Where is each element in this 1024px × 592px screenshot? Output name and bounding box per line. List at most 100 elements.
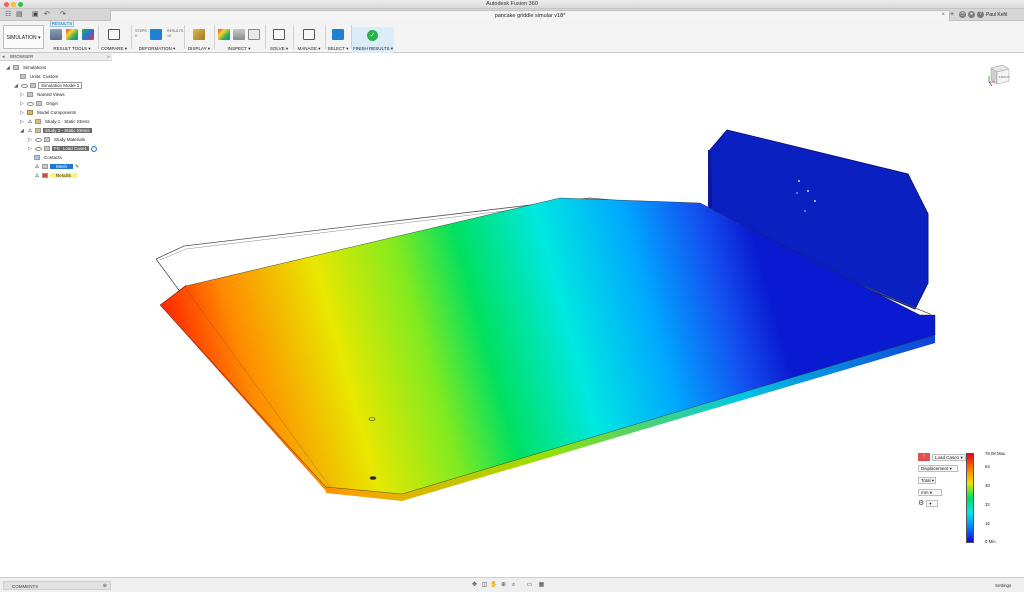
settings-label[interactable]: Settings (995, 583, 1011, 588)
result-probe-icon[interactable] (50, 29, 62, 40)
legend-color-bar (966, 453, 974, 543)
grid-settings-icon[interactable]: ▦ (538, 582, 545, 589)
deformation-steps-value: 0 (135, 34, 137, 38)
ribbon-divider (214, 25, 215, 49)
collapse-icon[interactable]: ◂ (2, 54, 5, 60)
ribbon-divider (98, 25, 99, 49)
tree-item-mesh[interactable]: ⚠ Mesh ✎ (34, 163, 79, 170)
expand-arrow-icon[interactable]: ▷ (20, 110, 25, 116)
mesh-icon (42, 164, 48, 169)
edit-pencil-icon[interactable]: ✎ (75, 164, 79, 170)
expand-arrow-icon[interactable]: ▷ (20, 92, 25, 98)
look-at-icon[interactable]: ◫ (481, 582, 488, 589)
finish-results-check-icon[interactable]: ✓ (367, 30, 378, 41)
tree-item-named-views[interactable]: ▷ Named Views (20, 91, 67, 98)
display-icon[interactable] (193, 29, 205, 40)
expand-arrow-icon[interactable]: ◢ (6, 65, 11, 71)
legend-result-type-row: Displacement ▾ (918, 464, 958, 472)
document-tab[interactable]: pancake griddle simular v18* × (110, 10, 950, 21)
tree-item-model-components[interactable]: ▷ Model Components (20, 109, 78, 116)
solve-icon[interactable] (273, 29, 285, 40)
result-tools-menu[interactable]: RESULT TOOLS ▾ (48, 46, 96, 52)
redo-icon[interactable]: ↷ (60, 11, 66, 19)
expand-arrow-icon[interactable]: ◢ (20, 128, 25, 134)
orbit-icon[interactable]: ✥ (471, 582, 478, 589)
units-dropdown[interactable]: mm ▾ (918, 488, 942, 496)
visibility-eye-icon[interactable] (35, 146, 42, 151)
solve-menu[interactable]: SOLVE ▾ (267, 46, 291, 52)
pan-icon[interactable]: ✋ (490, 582, 497, 589)
expand-arrow-icon[interactable]: ▷ (20, 101, 25, 107)
ribbon-divider (265, 25, 266, 49)
expand-arrow-icon[interactable]: ▷ (28, 146, 33, 152)
save-icon[interactable]: ▣ (32, 11, 39, 19)
comments-panel[interactable]: COMMENTS ⊕ (3, 581, 111, 590)
legend-options-dropdown[interactable]: ▾ (926, 499, 939, 507)
compare-menu[interactable]: COMPARE ▾ (100, 46, 128, 52)
group-deformation: STEPS 0 RESULTS 1X DEFORMATION ▾ (133, 27, 183, 53)
finish-results-button[interactable]: FINISH RESULTS ▾ (352, 46, 394, 52)
tree-item-load-case[interactable]: ▷ FS Load Case1 (28, 145, 98, 152)
result-surface-icon[interactable] (66, 29, 78, 40)
zoom-icon[interactable]: ⊕ (500, 582, 507, 589)
fit-icon[interactable]: ⌕ (510, 582, 517, 589)
canvas-viewport[interactable] (0, 53, 1024, 577)
hole-marker (798, 180, 800, 182)
deformation-results-value: 1X (167, 34, 172, 38)
workspace-switcher[interactable]: SIMULATION ▾ (3, 25, 44, 49)
load-case-warning-icon: ! (918, 453, 930, 461)
expand-arrow-icon[interactable]: ▷ (20, 119, 25, 125)
load-case-dropdown[interactable]: Load Case1 ▾ (932, 453, 966, 461)
visibility-eye-icon[interactable] (27, 101, 34, 106)
tree-item-simulations[interactable]: ◢ Simulations (6, 64, 48, 71)
inspect-probe-icon[interactable] (248, 29, 260, 40)
select-cursor-icon[interactable] (332, 29, 344, 40)
manage-icon[interactable] (303, 29, 315, 40)
tree-item-study-materials[interactable]: ▷ Study Materials (28, 136, 87, 143)
select-menu[interactable]: SELECT ▾ (327, 46, 349, 52)
visibility-eye-icon[interactable] (21, 83, 28, 88)
viewcube-front-label[interactable]: FRONT (999, 75, 1009, 79)
user-name[interactable]: Paul Kehl (986, 12, 1007, 18)
panel-pin-icon[interactable]: ▹ (107, 54, 110, 60)
tree-item-origin[interactable]: ▷ Origin (20, 100, 60, 107)
group-solve: SOLVE ▾ (267, 27, 291, 53)
view-cube[interactable]: FRONT (985, 60, 1015, 90)
job-status-icon[interactable]: ◷ (959, 11, 966, 18)
tree-item-study-1[interactable]: ▷ ⚠ Study 1 - Static Stress (20, 118, 92, 125)
help-icon[interactable]: ? (977, 11, 984, 18)
deformation-menu[interactable]: DEFORMATION ▾ (133, 46, 181, 52)
expand-arrow-icon[interactable]: ▷ (28, 137, 33, 143)
simulation-model-render[interactable] (0, 53, 1024, 577)
tree-item-results[interactable]: ⚠ Results (34, 172, 78, 179)
extensions-icon[interactable]: ● (968, 11, 975, 18)
tree-item-study-2[interactable]: ◢ ⚠ Study 2 - Static Stress (20, 127, 92, 134)
tree-item-contacts[interactable]: Contacts (34, 154, 64, 161)
inspect-menu[interactable]: INSPECT ▾ (216, 46, 262, 52)
undo-icon[interactable]: ↶ (44, 11, 50, 19)
load-case-settings-icon[interactable] (91, 145, 98, 152)
tree-item-simulation-model[interactable]: ◢ Simulation Model 1 (14, 82, 83, 89)
result-type-dropdown[interactable]: Displacement ▾ (918, 464, 958, 472)
display-settings-icon[interactable]: ▭ (526, 582, 533, 589)
compare-icon[interactable] (108, 29, 120, 40)
result-compare-icon[interactable] (82, 29, 94, 40)
file-icon[interactable]: ▤ (16, 11, 23, 19)
grid-menu-icon[interactable]: ☷ (5, 11, 11, 19)
comments-expand-icon[interactable]: ⊕ (103, 583, 107, 589)
legend-max-label: 76.08 Max. (985, 451, 1007, 456)
group-result-tools: RESULT TOOLS ▾ (48, 27, 96, 53)
new-tab-icon[interactable]: + (950, 11, 954, 19)
legend-settings-gear-icon[interactable]: ⚙ (918, 499, 924, 507)
manage-menu[interactable]: MANAGE ▾ (295, 46, 323, 52)
expand-arrow-icon[interactable]: ◢ (14, 83, 19, 89)
deformation-scale-icon[interactable] (150, 29, 162, 40)
tree-item-units[interactable]: Units: Custom (20, 73, 60, 80)
close-tab-icon[interactable]: × (941, 12, 945, 18)
inspect-section-icon[interactable] (233, 29, 245, 40)
inspect-measure-icon[interactable] (218, 29, 230, 40)
display-menu[interactable]: DISPLAY ▾ (186, 46, 212, 52)
browser-panel-header[interactable]: ◂ BROWSER ▹ (0, 53, 112, 61)
visibility-eye-icon[interactable] (35, 137, 42, 142)
component-dropdown[interactable]: Total ▾ (918, 476, 936, 484)
